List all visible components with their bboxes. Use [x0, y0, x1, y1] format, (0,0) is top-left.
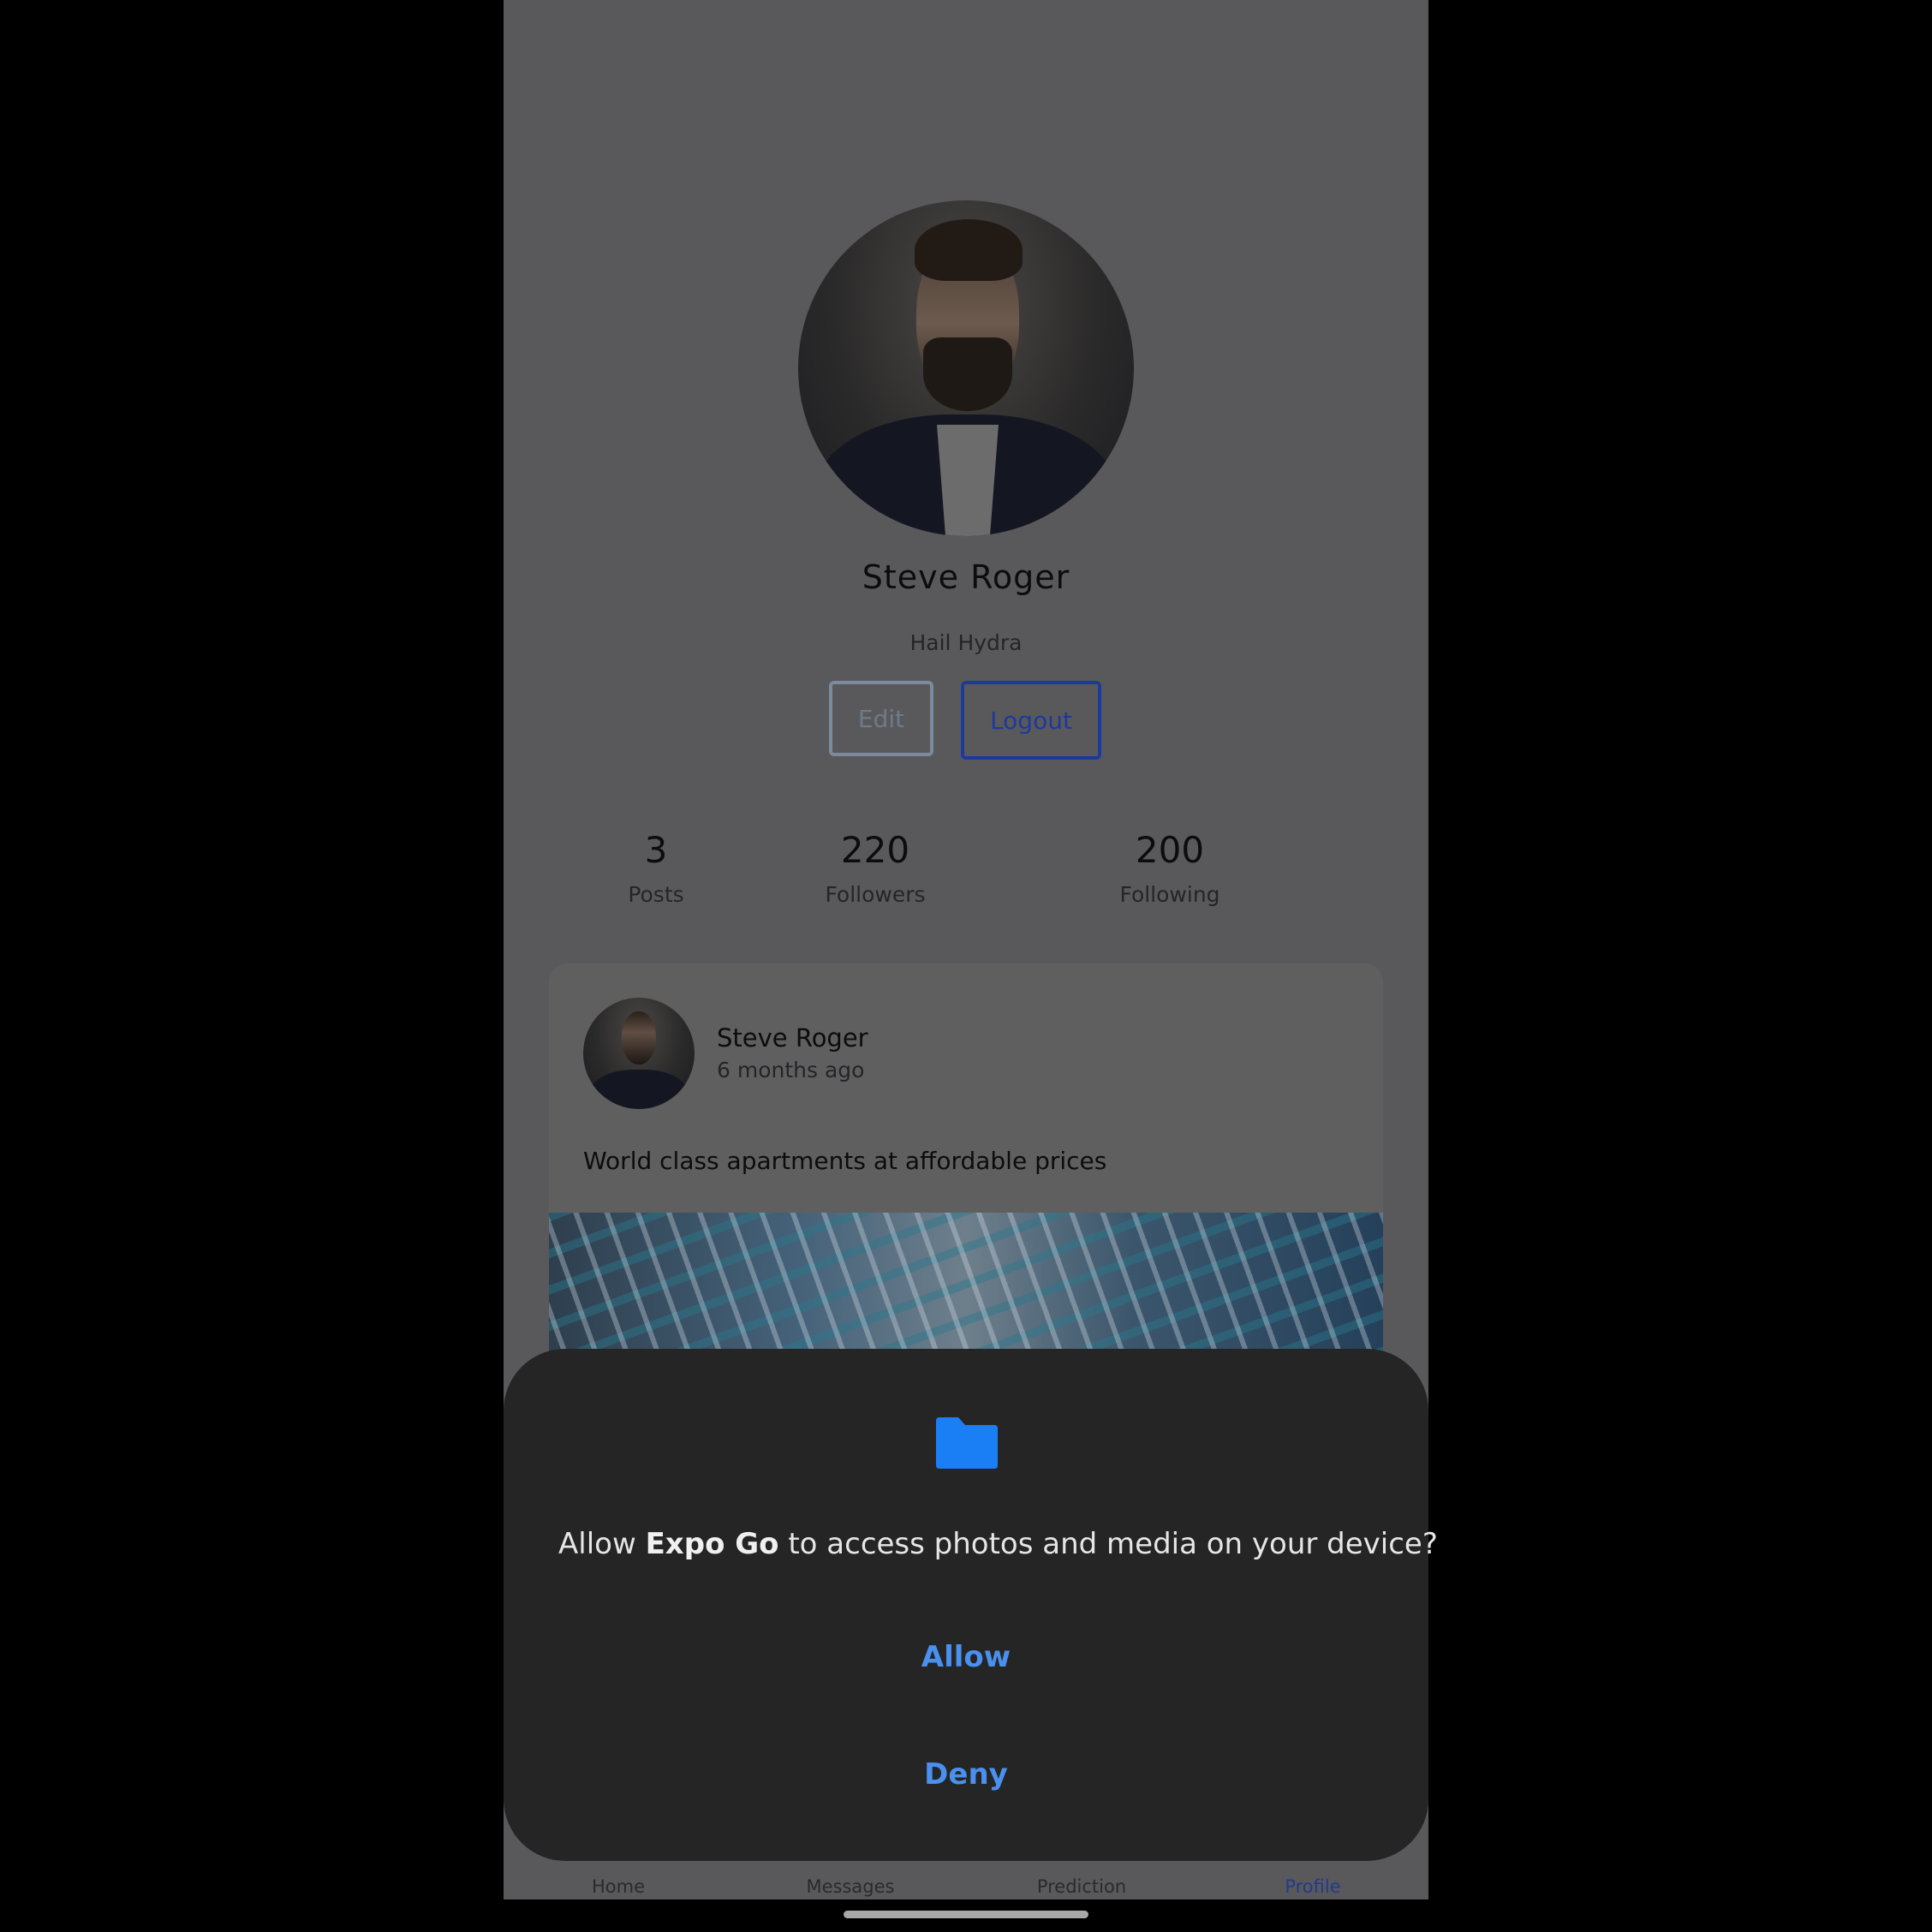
permission-prompt: Allow Expo Go to access photos and media… [558, 1527, 1438, 1561]
tab-prediction[interactable]: Prediction [996, 1876, 1167, 1897]
allow-button[interactable]: Allow [504, 1640, 1428, 1674]
post-timestamp: 6 months ago [717, 1058, 865, 1082]
post-author-name[interactable]: Steve Roger [717, 1023, 868, 1052]
stat-followers[interactable]: 220 Followers [772, 829, 978, 907]
stat-following[interactable]: 200 Following [1067, 829, 1273, 907]
post-text: World class apartments at affordable pri… [583, 1147, 1107, 1175]
profile-name: Steve Roger [862, 558, 1070, 596]
profile-bio: Hail Hydra [909, 630, 1023, 655]
stat-posts[interactable]: 3 Posts [553, 829, 759, 907]
edit-button[interactable]: Edit [829, 681, 933, 756]
tab-profile[interactable]: Profile [1227, 1876, 1398, 1897]
prompt-prefix: Allow [558, 1527, 646, 1561]
stat-following-value: 200 [1135, 829, 1205, 871]
stat-followers-value: 220 [840, 829, 910, 871]
post-author-avatar[interactable] [583, 998, 695, 1109]
deny-button[interactable]: Deny [504, 1757, 1428, 1792]
post-avatar-head [622, 1011, 656, 1064]
profile-avatar[interactable] [798, 200, 1134, 536]
stat-posts-value: 3 [644, 829, 668, 871]
stat-posts-label: Posts [628, 882, 684, 907]
home-indicator[interactable] [844, 1911, 1088, 1918]
logout-button[interactable]: Logout [961, 681, 1101, 760]
post-avatar-body [590, 1070, 688, 1109]
stat-followers-label: Followers [825, 882, 926, 907]
permission-dialog: Allow Expo Go to access photos and media… [504, 1349, 1438, 1861]
avatar-portrait-hair [915, 219, 1023, 281]
avatar-portrait-shirt [937, 425, 999, 536]
prompt-suffix: to access photos and media on your devic… [778, 1527, 1438, 1561]
tab-messages[interactable]: Messages [765, 1876, 936, 1897]
avatar-portrait-beard [923, 337, 1012, 411]
bottom-tab-bar: Home Messages Prediction Profile [504, 1863, 1428, 1899]
prompt-app-name: Expo Go [645, 1527, 779, 1561]
tab-home[interactable]: Home [533, 1876, 704, 1897]
folder-icon [936, 1417, 998, 1469]
stat-following-label: Following [1119, 882, 1220, 907]
